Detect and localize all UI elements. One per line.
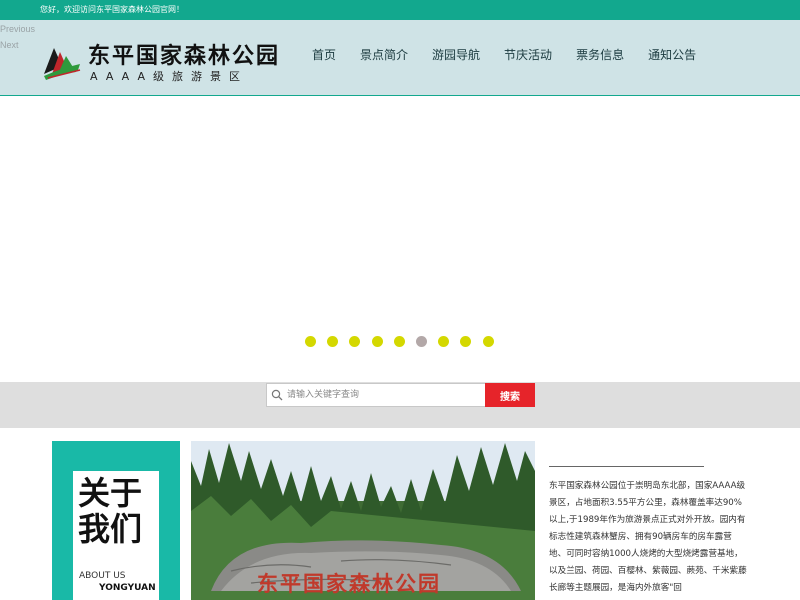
forest-stone-image: 东平国家森林公园 bbox=[191, 441, 535, 600]
about-us-subtitle: ABOUT US bbox=[79, 571, 126, 581]
nav-tickets[interactable]: 票务信息 bbox=[576, 46, 624, 66]
about-us-brand: YONGYUAN bbox=[99, 583, 156, 593]
slider-dot[interactable] bbox=[460, 336, 472, 347]
logo-title: 东平国家森林公园 bbox=[88, 43, 281, 69]
top-bar: 您好，欢迎访问东平国家森林公园官网！ bbox=[0, 0, 800, 20]
park-entrance-photo: 东平国家森林公园 bbox=[191, 441, 535, 600]
welcome-text: 您好，欢迎访问东平国家森林公园官网！ bbox=[40, 5, 184, 14]
slider-dots bbox=[305, 336, 505, 347]
slider-next-link[interactable]: Next bbox=[0, 40, 19, 50]
search-input[interactable] bbox=[287, 386, 482, 404]
nav-festivals[interactable]: 节庆活动 bbox=[504, 46, 552, 66]
slider-previous-link[interactable]: Previous bbox=[0, 24, 35, 34]
nav-attractions[interactable]: 景点简介 bbox=[360, 46, 408, 66]
site-logo[interactable]: 东平国家森林公园 AAAA级旅游景区 bbox=[42, 42, 292, 86]
slider-dot[interactable] bbox=[305, 336, 316, 347]
slider-dot[interactable] bbox=[371, 336, 383, 347]
nav-notices[interactable]: 通知公告 bbox=[648, 46, 696, 66]
nav-home[interactable]: 首页 bbox=[312, 46, 336, 66]
slider-dot[interactable] bbox=[349, 336, 361, 347]
nav-park-guide[interactable]: 游园导航 bbox=[432, 46, 480, 66]
forest-logo-icon bbox=[44, 48, 81, 80]
slider-dot[interactable] bbox=[438, 336, 450, 347]
search-button[interactable]: 搜索 bbox=[485, 383, 535, 407]
slider-dot[interactable] bbox=[482, 336, 494, 347]
search-box bbox=[266, 383, 486, 407]
slider-dot[interactable] bbox=[327, 336, 339, 347]
about-us-card[interactable]: 关于我们 ABOUT US YONGYUAN bbox=[52, 441, 180, 600]
slider-dot[interactable] bbox=[393, 336, 405, 347]
main-nav: 首页 景点简介 游园导航 节庆活动 票务信息 通知公告 bbox=[300, 46, 708, 66]
about-us-title: 关于我们 bbox=[78, 474, 143, 548]
intro-text: 东平国家森林公园位于崇明岛东北部，国家AAAA级景区，占地面积3.55平方公里，… bbox=[549, 481, 747, 593]
stone-inscription: 东平国家森林公园 bbox=[257, 571, 441, 596]
about-us-inner: 关于我们 ABOUT US YONGYUAN bbox=[73, 471, 159, 600]
search-band: 搜索 bbox=[0, 382, 800, 428]
intro-divider bbox=[549, 466, 704, 467]
header: Previous Next 东平国家森林公园 AAAA级旅游景区 首页 景点简介… bbox=[0, 20, 800, 96]
slider-dot-active[interactable] bbox=[415, 336, 427, 347]
search-icon bbox=[271, 389, 283, 401]
logo-subtitle: AAAA级旅游景区 bbox=[90, 70, 249, 83]
